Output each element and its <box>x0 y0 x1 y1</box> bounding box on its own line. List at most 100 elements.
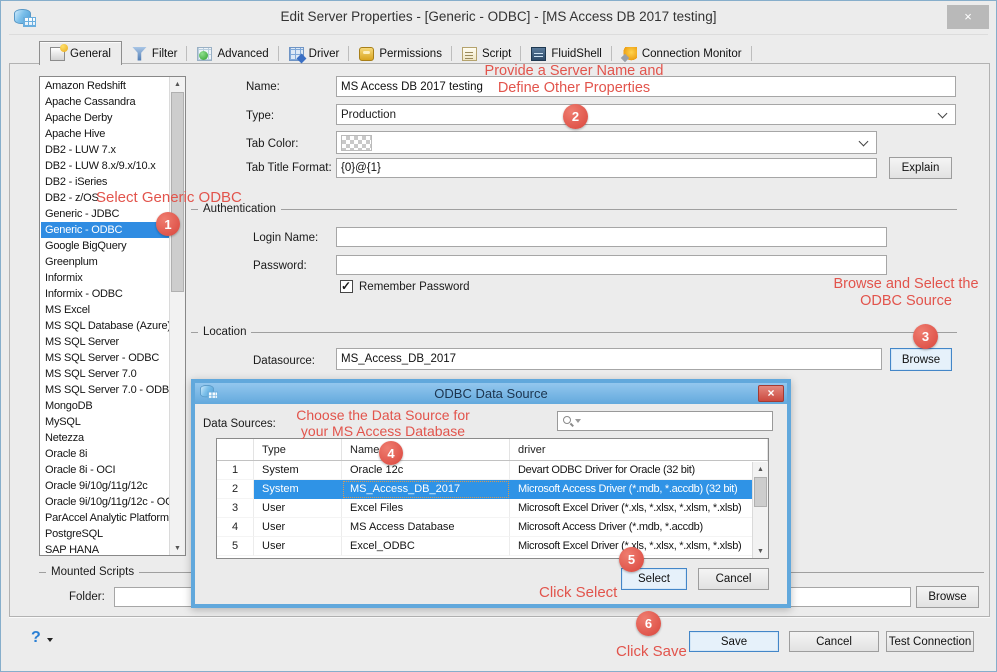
annotation-step5-badge: 5 <box>619 547 644 572</box>
list-item[interactable]: Oracle 9i/10g/11g/12c <box>41 478 170 494</box>
tab-title-format-input[interactable] <box>336 158 877 178</box>
list-item[interactable]: MS SQL Database (Azure) <box>41 318 170 334</box>
list-item[interactable]: MySQL <box>41 414 170 430</box>
help-button[interactable]: ? <box>31 629 41 647</box>
list-item[interactable]: MS SQL Server - ODBC <box>41 350 170 366</box>
list-item[interactable]: Oracle 8i - OCI <box>41 462 170 478</box>
tab-connection-monitor[interactable]: Connection Monitor <box>612 43 752 64</box>
scroll-down-icon[interactable] <box>753 544 768 558</box>
list-item[interactable]: Apache Hive <box>41 126 170 142</box>
list-item[interactable]: Oracle 8i <box>41 446 170 462</box>
list-item[interactable]: MS Excel <box>41 302 170 318</box>
connection-monitor-icon <box>622 47 637 61</box>
folder-label: Folder: <box>69 591 105 603</box>
permissions-icon <box>359 47 374 61</box>
cancel-button[interactable]: Cancel <box>789 631 879 652</box>
list-item[interactable]: Informix <box>41 270 170 286</box>
folder-browse-button[interactable]: Browse <box>916 586 979 608</box>
type-header[interactable]: Type <box>254 439 342 460</box>
tab-color-select[interactable] <box>336 131 877 154</box>
annotation-step6-text: Click Save <box>616 643 687 660</box>
list-item[interactable]: Amazon Redshift <box>41 78 170 94</box>
row-number-cell: 2 <box>217 480 254 499</box>
window-close-button[interactable]: × <box>947 5 989 29</box>
annotation-step5-text: Click Select <box>539 584 617 601</box>
chevron-down-icon <box>938 108 948 118</box>
list-item[interactable]: MongoDB <box>41 398 170 414</box>
tab-script[interactable]: Script <box>452 43 521 64</box>
save-button[interactable]: Save <box>689 631 779 652</box>
scroll-up-icon[interactable] <box>170 77 185 91</box>
password-input[interactable] <box>336 255 887 275</box>
table-scrollbar[interactable] <box>752 462 768 558</box>
tab-general[interactable]: General <box>39 41 122 65</box>
list-item[interactable]: Generic - JDBC <box>41 206 170 222</box>
test-connection-button[interactable]: Test Connection <box>886 631 974 652</box>
table-row[interactable]: 2SystemMS_Access_DB_2017Microsoft Access… <box>217 480 768 499</box>
driver-cell: Microsoft Excel Driver (*.xls, *.xlsx, *… <box>510 499 768 518</box>
table-row[interactable]: 5UserExcel_ODBCMicrosoft Excel Driver (*… <box>217 537 768 556</box>
table-row[interactable]: 1SystemOracle 12cDevart ODBC Driver for … <box>217 461 768 480</box>
tab-bar: GeneralFilterAdvancedDriverPermissionsSc… <box>39 41 752 64</box>
server-type-list[interactable]: Amazon RedshiftApache CassandraApache De… <box>39 76 186 556</box>
list-item[interactable]: ParAccel Analytic Platform <box>41 510 170 526</box>
login-name-input[interactable] <box>336 227 887 247</box>
tab-title-format-label: Tab Title Format: <box>246 162 332 174</box>
driver-cell: Microsoft Access Driver (*.mdb, *.accdb)… <box>510 480 768 499</box>
list-item[interactable]: DB2 - LUW 8.x/9.x/10.x <box>41 158 170 174</box>
tab-advanced[interactable]: Advanced <box>187 43 278 64</box>
table-row[interactable]: 3UserExcel FilesMicrosoft Excel Driver (… <box>217 499 768 518</box>
search-icon <box>563 416 571 424</box>
list-item[interactable]: Oracle 9i/10g/11g/12c - OCI <box>41 494 170 510</box>
row-number-header <box>217 439 254 460</box>
scroll-down-icon[interactable] <box>170 541 185 555</box>
name-header[interactable]: Name <box>342 439 510 460</box>
row-number-cell: 4 <box>217 518 254 537</box>
driver-header[interactable]: driver <box>510 439 768 460</box>
list-item[interactable]: Apache Cassandra <box>41 94 170 110</box>
dialog-close-button[interactable]: × <box>758 385 784 402</box>
datasource-browse-button[interactable]: Browse <box>890 348 952 371</box>
tab-filter[interactable]: Filter <box>122 43 188 64</box>
tab-driver[interactable]: Driver <box>279 43 350 64</box>
annotation-step1-badge: 1 <box>156 212 180 236</box>
remember-password-checkbox[interactable] <box>340 280 353 293</box>
list-item[interactable]: Apache Derby <box>41 110 170 126</box>
data-sources-label: Data Sources: <box>203 418 276 430</box>
dialog-cancel-button[interactable]: Cancel <box>698 568 769 590</box>
general-icon <box>50 47 65 61</box>
type-cell: User <box>254 499 342 518</box>
table-row[interactable]: 4UserMS Access DatabaseMicrosoft Access … <box>217 518 768 537</box>
search-input[interactable] <box>584 413 770 429</box>
window-title: Edit Server Properties - [Generic - ODBC… <box>61 9 936 24</box>
list-item[interactable]: MS SQL Server 7.0 - ODBC <box>41 382 170 398</box>
scroll-up-icon[interactable] <box>753 462 768 476</box>
list-item[interactable]: MS SQL Server 7.0 <box>41 366 170 382</box>
search-box[interactable] <box>557 411 773 431</box>
table-header: Type Name driver <box>217 439 768 461</box>
scrollbar-thumb[interactable] <box>754 477 767 507</box>
datasource-input[interactable] <box>336 348 882 370</box>
list-item[interactable]: DB2 - iSeries <box>41 174 170 190</box>
list-item[interactable]: Netezza <box>41 430 170 446</box>
help-dropdown-arrow-icon[interactable] <box>47 638 53 642</box>
server-list-scrollbar[interactable] <box>169 77 185 555</box>
list-item[interactable]: Generic - ODBC <box>41 222 170 238</box>
list-item[interactable]: PostgreSQL <box>41 526 170 542</box>
datasource-table[interactable]: Type Name driver 1SystemOracle 12cDevart… <box>216 438 769 559</box>
annotation-step3-badge: 3 <box>913 324 938 349</box>
list-item[interactable]: MS SQL Server <box>41 334 170 350</box>
annotation-step4-badge: 4 <box>379 441 403 465</box>
list-item[interactable]: DB2 - LUW 7.x <box>41 142 170 158</box>
list-item[interactable]: SAP HANA <box>41 542 170 556</box>
list-item[interactable]: Google BigQuery <box>41 238 170 254</box>
tab-fluidshell[interactable]: FluidShell <box>521 43 612 64</box>
type-select[interactable]: Production <box>336 104 956 125</box>
type-cell: System <box>254 480 342 499</box>
explain-button[interactable]: Explain <box>889 157 952 179</box>
list-item[interactable]: Informix - ODBC <box>41 286 170 302</box>
tab-permissions[interactable]: Permissions <box>349 43 452 64</box>
search-filter-arrow-icon <box>575 419 581 423</box>
driver-cell: Devart ODBC Driver for Oracle (32 bit) <box>510 461 768 480</box>
list-item[interactable]: Greenplum <box>41 254 170 270</box>
